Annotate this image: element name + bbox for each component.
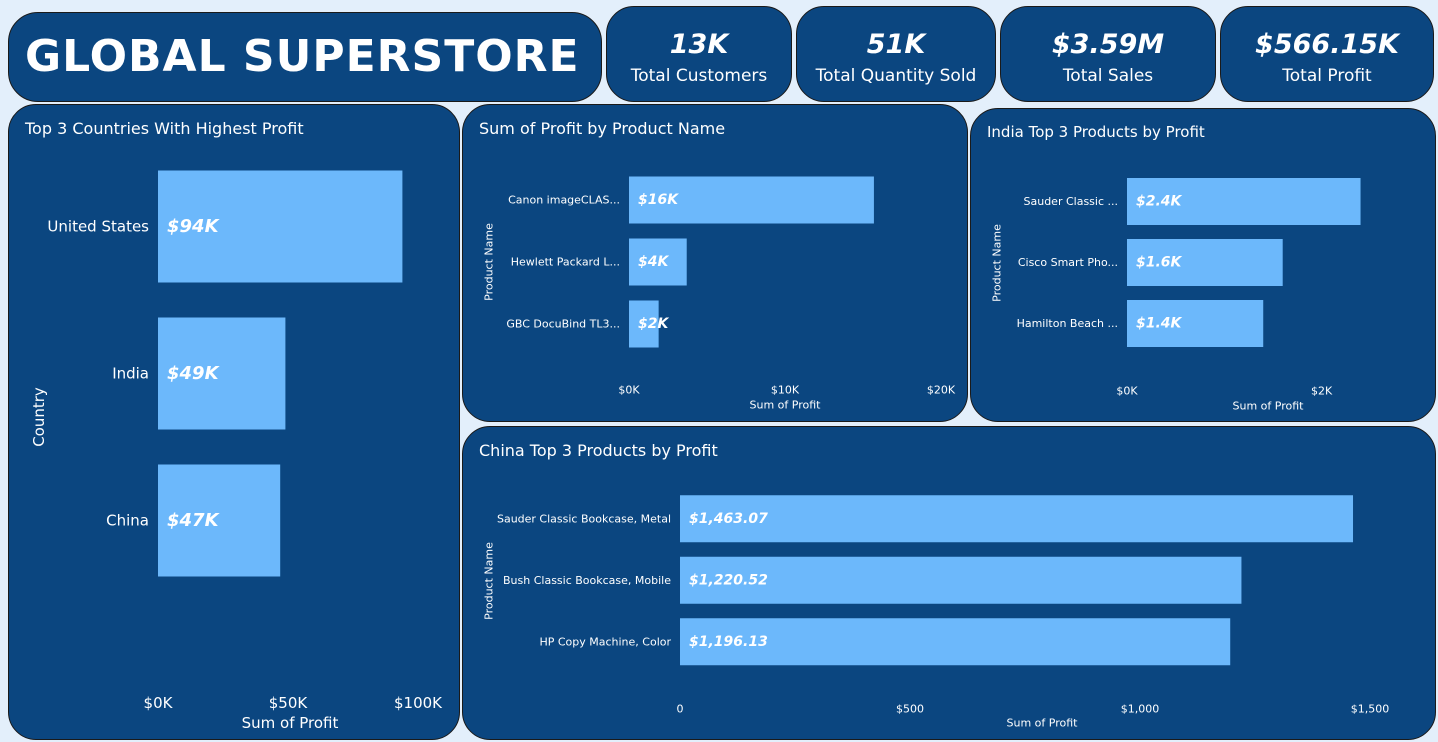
kpi-label: Total Sales	[1062, 66, 1154, 86]
chart-title: India Top 3 Products by Profit	[987, 123, 1205, 141]
data-label: $1.6K	[1136, 255, 1183, 271]
y-axis-label: Product Name	[483, 542, 496, 620]
chart-svg: Canon imageCLAS... $16K Hewlett Packard L.…	[483, 176, 956, 412]
x-tick-label: $20K	[927, 384, 956, 397]
kpi-value: 51K	[866, 29, 926, 60]
chart-title: Sum of Profit by Product Name	[479, 119, 726, 138]
x-tick-label: 0	[677, 703, 684, 716]
x-axis-label: Sum of Profit	[750, 399, 822, 412]
kpi-label: Total Customers	[630, 66, 768, 86]
chart-card-china: Sauder Classic Bookcase, Metal $1,463.07 B…	[462, 426, 1436, 740]
dashboard-title: GLOBAL SUPERSTORE	[25, 31, 580, 82]
kpi-value: 13K	[669, 29, 729, 60]
bar	[680, 495, 1354, 543]
y-axis-label: Country	[30, 387, 48, 447]
kpi-value: $3.59M	[1051, 29, 1165, 60]
chart-svg: Sauder Classic Bookcase, Metal $1,463.07 B…	[483, 495, 1390, 730]
x-tick-label: $1,000	[1121, 703, 1160, 716]
category-label: Cisco Smart Pho...	[1018, 256, 1118, 269]
title-card: GLOBAL SUPERSTORE	[8, 12, 602, 102]
data-label: $1.4K	[1136, 316, 1183, 332]
category-label: United States	[47, 218, 149, 236]
category-label: HP Copy Machine, Color	[539, 635, 671, 648]
data-label: $4K	[638, 254, 669, 270]
kpi-card-sales: $3.59M Total Sales	[1000, 6, 1216, 102]
x-tick-label: $500	[896, 703, 924, 716]
data-label: $16K	[638, 192, 679, 208]
data-label: $1,196.13	[689, 634, 768, 650]
x-axis-label: Sum of Profit	[1233, 400, 1305, 413]
y-axis-label: Product Name	[483, 223, 496, 301]
chart-svg: United States $94K India $49K China $47K $0K $5…	[30, 170, 443, 732]
chart-svg: Sauder Classic ... $2.4K Cisco Smart Pho..…	[991, 178, 1361, 413]
x-tick-label: $10K	[771, 384, 800, 397]
kpi-value: $566.15K	[1255, 29, 1399, 60]
data-label: $1,463.07	[689, 511, 768, 527]
category-label: Bush Classic Bookcase, Mobile	[503, 574, 671, 587]
category-label: Hamilton Beach ...	[1017, 317, 1118, 330]
category-label: Sauder Classic Bookcase, Metal	[497, 512, 671, 525]
kpi-label: Total Profit	[1282, 66, 1372, 86]
category-label: China	[106, 512, 149, 530]
chart-title: China Top 3 Products by Profit	[479, 441, 718, 460]
x-tick-label: $0K	[144, 694, 174, 712]
data-label: $2K	[638, 316, 669, 332]
x-tick-label: $2K	[1311, 385, 1333, 398]
x-axis-label: Sum of Profit	[242, 714, 339, 732]
category-label: India	[112, 365, 149, 383]
x-tick-label: $0K	[1116, 385, 1138, 398]
data-label: $2.4K	[1136, 194, 1183, 210]
x-tick-label: $100K	[394, 694, 443, 712]
data-label: $1,220.52	[689, 572, 768, 588]
y-axis-label: Product Name	[991, 224, 1004, 302]
data-label: $94K	[167, 216, 221, 237]
data-label: $49K	[167, 363, 221, 384]
x-tick-label: $1,500	[1351, 703, 1390, 716]
chart-title: Top 3 Countries With Highest Profit	[25, 119, 304, 138]
chart-card-countries: United States $94K India $49K China $47K $0K $5…	[8, 104, 460, 740]
category-label: Sauder Classic ...	[1024, 195, 1119, 208]
data-label: $47K	[167, 510, 221, 531]
chart-card-india: Sauder Classic ... $2.4K Cisco Smart Pho..…	[970, 108, 1436, 422]
x-axis-label: Sum of Profit	[1007, 717, 1079, 730]
x-tick-label: $50K	[269, 694, 309, 712]
chart-card-products: Canon imageCLAS... $16K Hewlett Packard L.…	[462, 104, 968, 422]
x-tick-label: $0K	[618, 384, 640, 397]
kpi-card-profit: $566.15K Total Profit	[1220, 6, 1434, 102]
kpi-card-quantity: 51K Total Quantity Sold	[796, 6, 996, 102]
kpi-label: Total Quantity Sold	[815, 66, 977, 86]
category-label: GBC DocuBind TL3...	[506, 318, 620, 331]
category-label: Hewlett Packard L...	[511, 256, 620, 269]
kpi-card-customers: 13K Total Customers	[606, 6, 792, 102]
category-label: Canon imageCLAS...	[508, 194, 620, 207]
